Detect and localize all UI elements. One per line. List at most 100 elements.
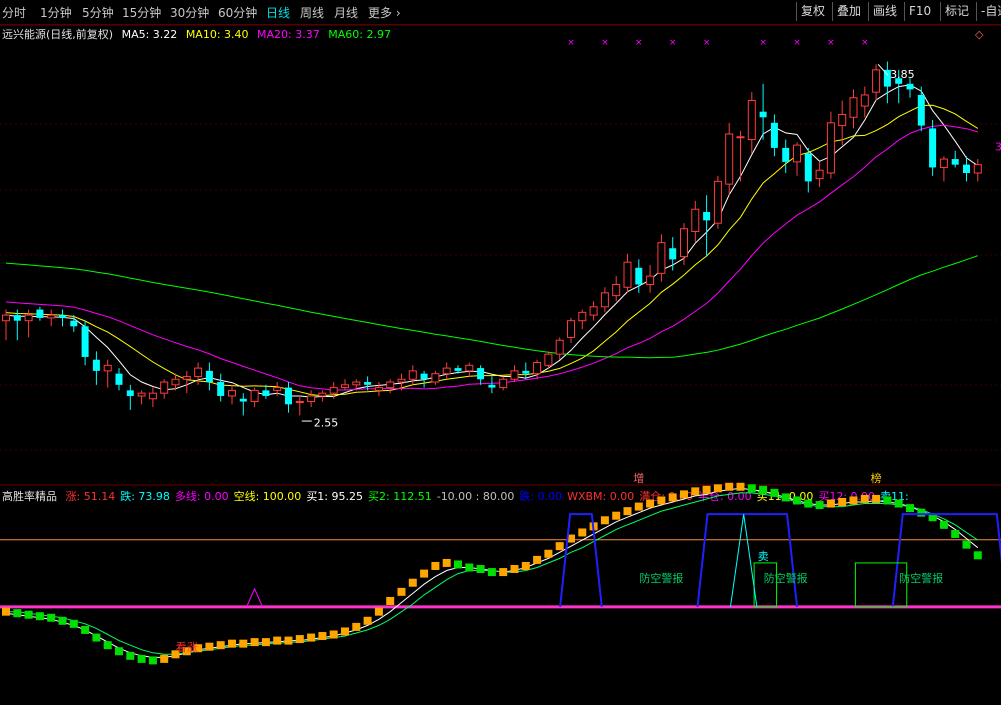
candle-body-up bbox=[849, 97, 858, 118]
candle-body-up bbox=[160, 381, 169, 394]
candle bbox=[295, 395, 304, 416]
candle bbox=[600, 287, 609, 313]
candle bbox=[939, 156, 948, 182]
candle-body-up bbox=[137, 392, 146, 397]
indicator-block bbox=[623, 507, 632, 516]
candle bbox=[929, 120, 937, 176]
candle-body-up bbox=[386, 381, 395, 389]
candle-body-down bbox=[951, 159, 959, 165]
candle bbox=[431, 370, 440, 385]
indicator-block bbox=[352, 622, 361, 631]
indicator-block bbox=[228, 639, 236, 648]
candle-body-up bbox=[250, 389, 259, 403]
candle bbox=[205, 362, 213, 391]
candle-body-up bbox=[318, 392, 327, 397]
candle bbox=[148, 387, 157, 408]
candle bbox=[160, 379, 169, 399]
candle-body-up bbox=[589, 306, 598, 316]
candle bbox=[499, 376, 508, 391]
candle bbox=[13, 309, 21, 341]
indicator-block bbox=[917, 508, 926, 517]
candle-body-up bbox=[408, 370, 417, 380]
candle bbox=[103, 359, 112, 388]
candle-body-up bbox=[939, 158, 948, 168]
candle bbox=[669, 237, 677, 271]
indicator-block bbox=[205, 642, 214, 651]
candle bbox=[182, 370, 191, 394]
mai-spike bbox=[729, 514, 758, 607]
candle-body-down bbox=[13, 315, 21, 321]
candle bbox=[307, 390, 316, 408]
indicator-block bbox=[69, 619, 78, 628]
candle bbox=[589, 301, 598, 321]
candle-body-up bbox=[341, 384, 349, 389]
indicator-block bbox=[35, 612, 44, 621]
candle-body-up bbox=[533, 362, 542, 375]
candle bbox=[442, 362, 451, 380]
candle-body-down bbox=[759, 111, 767, 118]
candle-body-up bbox=[47, 314, 56, 319]
indicator-block bbox=[126, 651, 135, 660]
candle-body-down bbox=[488, 384, 496, 388]
candle bbox=[228, 384, 236, 405]
candle bbox=[657, 234, 666, 282]
candle bbox=[408, 365, 417, 385]
indicator-block bbox=[363, 616, 372, 625]
candle bbox=[849, 89, 858, 129]
candle bbox=[725, 122, 734, 196]
candle bbox=[612, 276, 621, 302]
indicator-block bbox=[680, 490, 688, 499]
candle-body-up bbox=[600, 292, 609, 308]
indicator-block bbox=[533, 555, 542, 564]
indicator-block bbox=[747, 484, 756, 493]
indicator-block bbox=[250, 638, 259, 647]
candle-body-down bbox=[81, 326, 89, 357]
candle-body-down bbox=[36, 309, 44, 318]
candle bbox=[793, 142, 801, 176]
candle-body-up bbox=[295, 401, 304, 404]
indicator-block bbox=[115, 647, 123, 656]
candle-body-up bbox=[657, 242, 666, 274]
candle-body-up bbox=[24, 314, 33, 322]
candle bbox=[522, 362, 530, 380]
top-marker-x: × bbox=[827, 38, 835, 48]
candle-body-up bbox=[826, 122, 835, 174]
indicator-block bbox=[216, 641, 225, 650]
indicator-block bbox=[273, 636, 282, 645]
signal-fangkong-1: 防空警报 bbox=[639, 571, 683, 585]
candle bbox=[115, 368, 123, 391]
candle-body-down bbox=[477, 368, 485, 380]
candle bbox=[126, 384, 134, 410]
candle bbox=[555, 337, 564, 360]
candle-body-down bbox=[522, 370, 530, 374]
indicator-block bbox=[499, 568, 508, 577]
indicator-block bbox=[329, 630, 338, 639]
candle-body-up bbox=[646, 275, 655, 285]
candle-body-up bbox=[171, 378, 180, 386]
candle bbox=[250, 387, 259, 408]
candle-body-up bbox=[815, 169, 824, 180]
candle-body-down bbox=[126, 390, 134, 396]
indicator-block bbox=[973, 551, 982, 560]
indicator-block bbox=[815, 501, 824, 510]
candle bbox=[397, 373, 406, 391]
candle bbox=[703, 195, 711, 257]
candle bbox=[81, 320, 89, 366]
candle-body-down bbox=[917, 94, 925, 126]
candle-body-up bbox=[713, 180, 722, 224]
candle-body-down bbox=[782, 147, 790, 162]
fangkong-trapezoid-1 bbox=[696, 513, 799, 607]
candle-body-up bbox=[736, 136, 745, 139]
candle-body-down bbox=[963, 164, 970, 173]
candle bbox=[759, 83, 767, 140]
indicator-block bbox=[261, 638, 270, 647]
candle bbox=[770, 114, 778, 157]
candle bbox=[680, 223, 688, 265]
candle-body-up bbox=[793, 144, 801, 163]
candle bbox=[860, 86, 869, 118]
candle bbox=[623, 253, 632, 293]
indicator-block bbox=[160, 654, 169, 663]
kanzhang-triangle bbox=[246, 587, 264, 608]
candle bbox=[386, 379, 395, 394]
indicator-block bbox=[295, 635, 304, 644]
